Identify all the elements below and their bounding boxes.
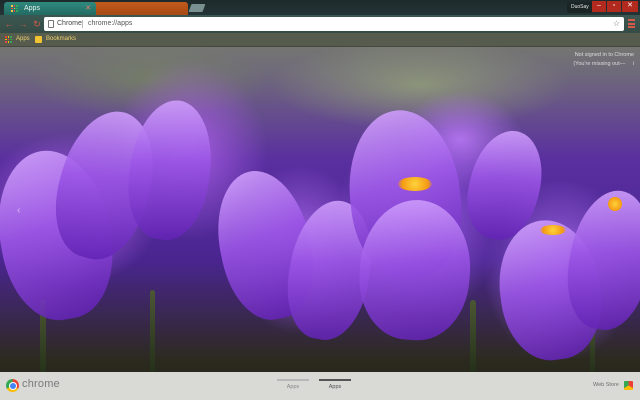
wallpaper-crocus-image bbox=[0, 0, 640, 400]
folder-icon bbox=[35, 36, 42, 43]
url-text[interactable]: chrome://apps bbox=[88, 17, 132, 31]
bookmark-label: Bookmarks bbox=[46, 36, 77, 42]
browser-toolbar: ← → ↻ Chrome chrome://apps ☆ bbox=[0, 15, 640, 33]
tab-label: Apps bbox=[24, 5, 40, 12]
page-icon bbox=[48, 20, 54, 28]
chrome-logo-icon bbox=[6, 379, 19, 392]
web-store-link[interactable]: Web Store bbox=[593, 382, 619, 388]
address-bar[interactable]: Chrome chrome://apps ☆ bbox=[44, 17, 624, 31]
bookmarks-bar: Apps Bookmarks bbox=[0, 33, 640, 47]
close-window-button[interactable]: ✕ bbox=[622, 1, 638, 12]
previous-page-chevron-icon[interactable]: ‹ bbox=[17, 205, 20, 216]
bookmark-folder-bookmarks[interactable]: Bookmarks bbox=[35, 33, 76, 46]
page-tab-indicator bbox=[319, 379, 351, 381]
tab-close-icon[interactable]: ✕ bbox=[85, 2, 91, 15]
wallpaper-stem bbox=[470, 300, 476, 375]
info-icon[interactable]: i bbox=[633, 60, 634, 69]
apps-grid-icon bbox=[5, 36, 12, 43]
apps-favicon-icon bbox=[11, 5, 18, 12]
signin-notice: Not signed in to Chrome (You're missing … bbox=[573, 51, 634, 69]
minimize-button[interactable]: – bbox=[592, 1, 606, 12]
page-tab-indicator bbox=[277, 379, 309, 381]
web-store-icon[interactable] bbox=[624, 381, 633, 390]
wallpaper-stamen bbox=[540, 225, 566, 235]
omnibox-chip: Chrome bbox=[57, 20, 82, 27]
forward-arrow-icon[interactable]: → bbox=[17, 18, 29, 30]
page-tab-active[interactable]: Apps bbox=[315, 379, 355, 390]
tab-inactive[interactable] bbox=[92, 2, 188, 15]
chrome-wordmark: chrome bbox=[22, 378, 60, 390]
signin-line2-row: (You're missing out— i bbox=[573, 60, 634, 69]
wallpaper-stem bbox=[150, 290, 155, 375]
apps-bottom-bar: chrome Apps Apps Web Store bbox=[0, 372, 640, 400]
bookmark-star-icon[interactable]: ☆ bbox=[613, 17, 620, 31]
bookmark-label: Apps bbox=[16, 36, 30, 42]
profile-button[interactable]: DuoSay bbox=[567, 2, 593, 13]
maximize-button[interactable]: ▫ bbox=[607, 1, 621, 12]
back-arrow-icon[interactable]: ← bbox=[3, 18, 15, 30]
reload-icon[interactable]: ↻ bbox=[31, 18, 43, 30]
tab-apps[interactable]: Apps ✕ bbox=[4, 2, 96, 15]
new-tab-button[interactable] bbox=[188, 4, 206, 12]
page-tab-label: Apps bbox=[286, 384, 300, 390]
bookmark-apps[interactable]: Apps bbox=[5, 33, 30, 46]
wallpaper-stamen bbox=[608, 197, 622, 211]
menu-hamburger-icon[interactable] bbox=[628, 19, 636, 29]
browser-window: Apps ✕ DuoSay – ▫ ✕ ← → ↻ Chrome chrome:… bbox=[0, 0, 640, 400]
signin-line1[interactable]: Not signed in to Chrome bbox=[573, 51, 634, 60]
page-tab-label: Apps bbox=[328, 384, 342, 390]
omnibox-divider bbox=[82, 20, 83, 28]
wallpaper-stamen bbox=[398, 177, 432, 191]
signin-line2[interactable]: (You're missing out— bbox=[573, 61, 625, 67]
page-tab[interactable]: Apps bbox=[273, 379, 313, 390]
title-bar: Apps ✕ DuoSay – ▫ ✕ bbox=[0, 0, 640, 15]
